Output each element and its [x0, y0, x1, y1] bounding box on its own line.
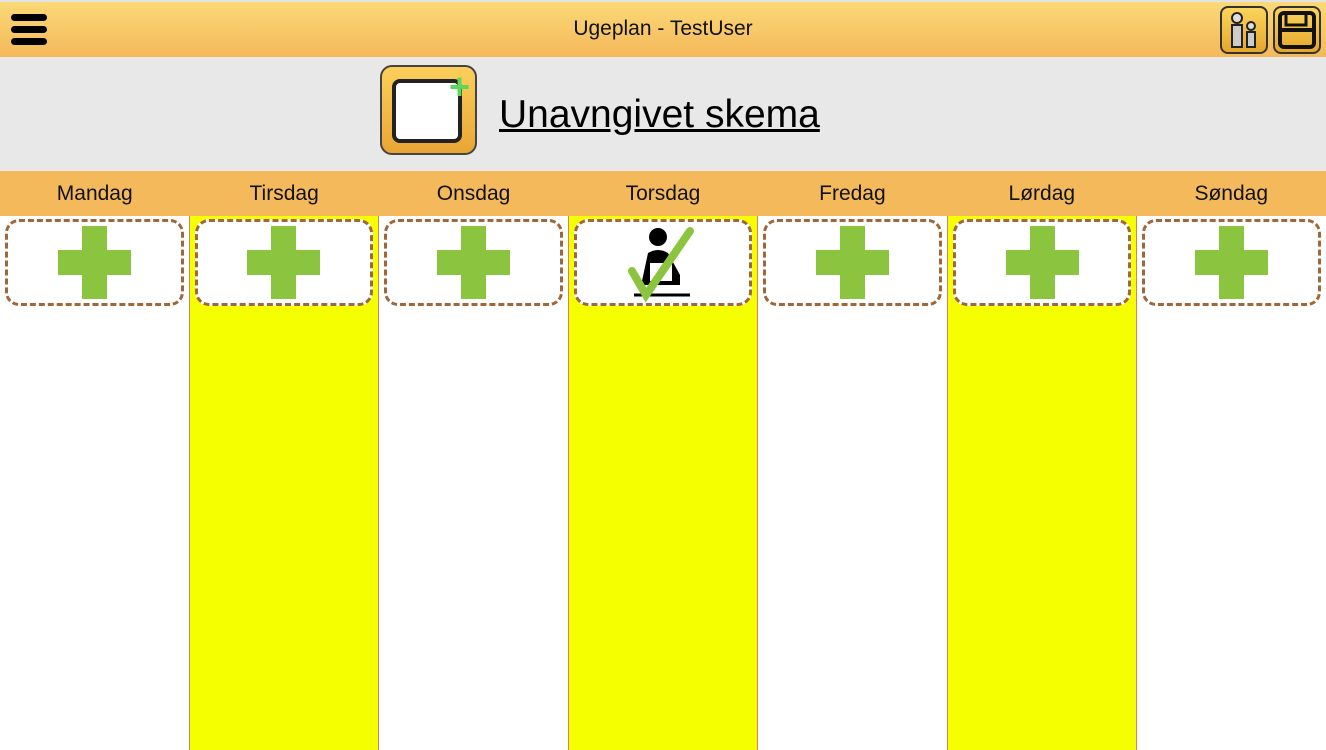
add-activity-button[interactable]	[952, 219, 1132, 306]
day-column-mandag	[0, 216, 190, 750]
completed-task-icon	[628, 226, 695, 302]
day-column-fredag	[758, 216, 948, 750]
activity-tile[interactable]	[573, 219, 753, 306]
plus-icon: +	[448, 66, 470, 107]
save-button[interactable]	[1273, 6, 1321, 54]
day-column-torsdag	[568, 216, 759, 750]
day-header-tirsdag: Tirsdag	[249, 182, 319, 205]
app-title: Ugeplan - TestUser	[573, 17, 753, 40]
day-column-tirsdag	[189, 216, 380, 750]
floppy-disk-icon	[1278, 11, 1316, 49]
add-activity-button[interactable]	[384, 219, 563, 306]
add-activity-button[interactable]	[5, 219, 184, 306]
day-header-onsdag: Onsdag	[436, 182, 511, 205]
add-activity-button[interactable]	[763, 219, 942, 306]
plus-icon	[57, 226, 131, 299]
day-column-onsdag	[379, 216, 569, 750]
day-header-mandag: Mandag	[56, 182, 133, 205]
schedule-bar: + Unavngivet skema	[0, 57, 1326, 171]
day-column-lordag	[947, 216, 1138, 750]
top-bar: Ugeplan - TestUser	[0, 0, 1326, 57]
plus-icon	[247, 226, 321, 299]
plus-icon	[1195, 226, 1269, 299]
day-header-fredag: Fredag	[819, 182, 886, 205]
week-columns	[0, 216, 1326, 750]
day-headers: Mandag Tirsdag Onsdag Torsdag Fredag Lør…	[0, 171, 1326, 216]
users-button[interactable]	[1220, 6, 1268, 54]
new-schedule-button[interactable]: +	[380, 65, 477, 155]
day-header-sondag: Søndag	[1194, 182, 1269, 205]
schedule-name[interactable]: Unavngivet skema	[499, 93, 820, 137]
plus-icon	[436, 226, 510, 299]
users-icon	[1231, 12, 1256, 48]
add-activity-button[interactable]	[194, 219, 374, 306]
plus-icon	[1005, 226, 1079, 299]
day-header-lordag: Lørdag	[1008, 182, 1076, 205]
plus-icon	[816, 226, 890, 299]
add-activity-button[interactable]	[1142, 219, 1322, 306]
day-column-sondag	[1137, 216, 1326, 750]
day-header-torsdag: Torsdag	[625, 182, 701, 205]
